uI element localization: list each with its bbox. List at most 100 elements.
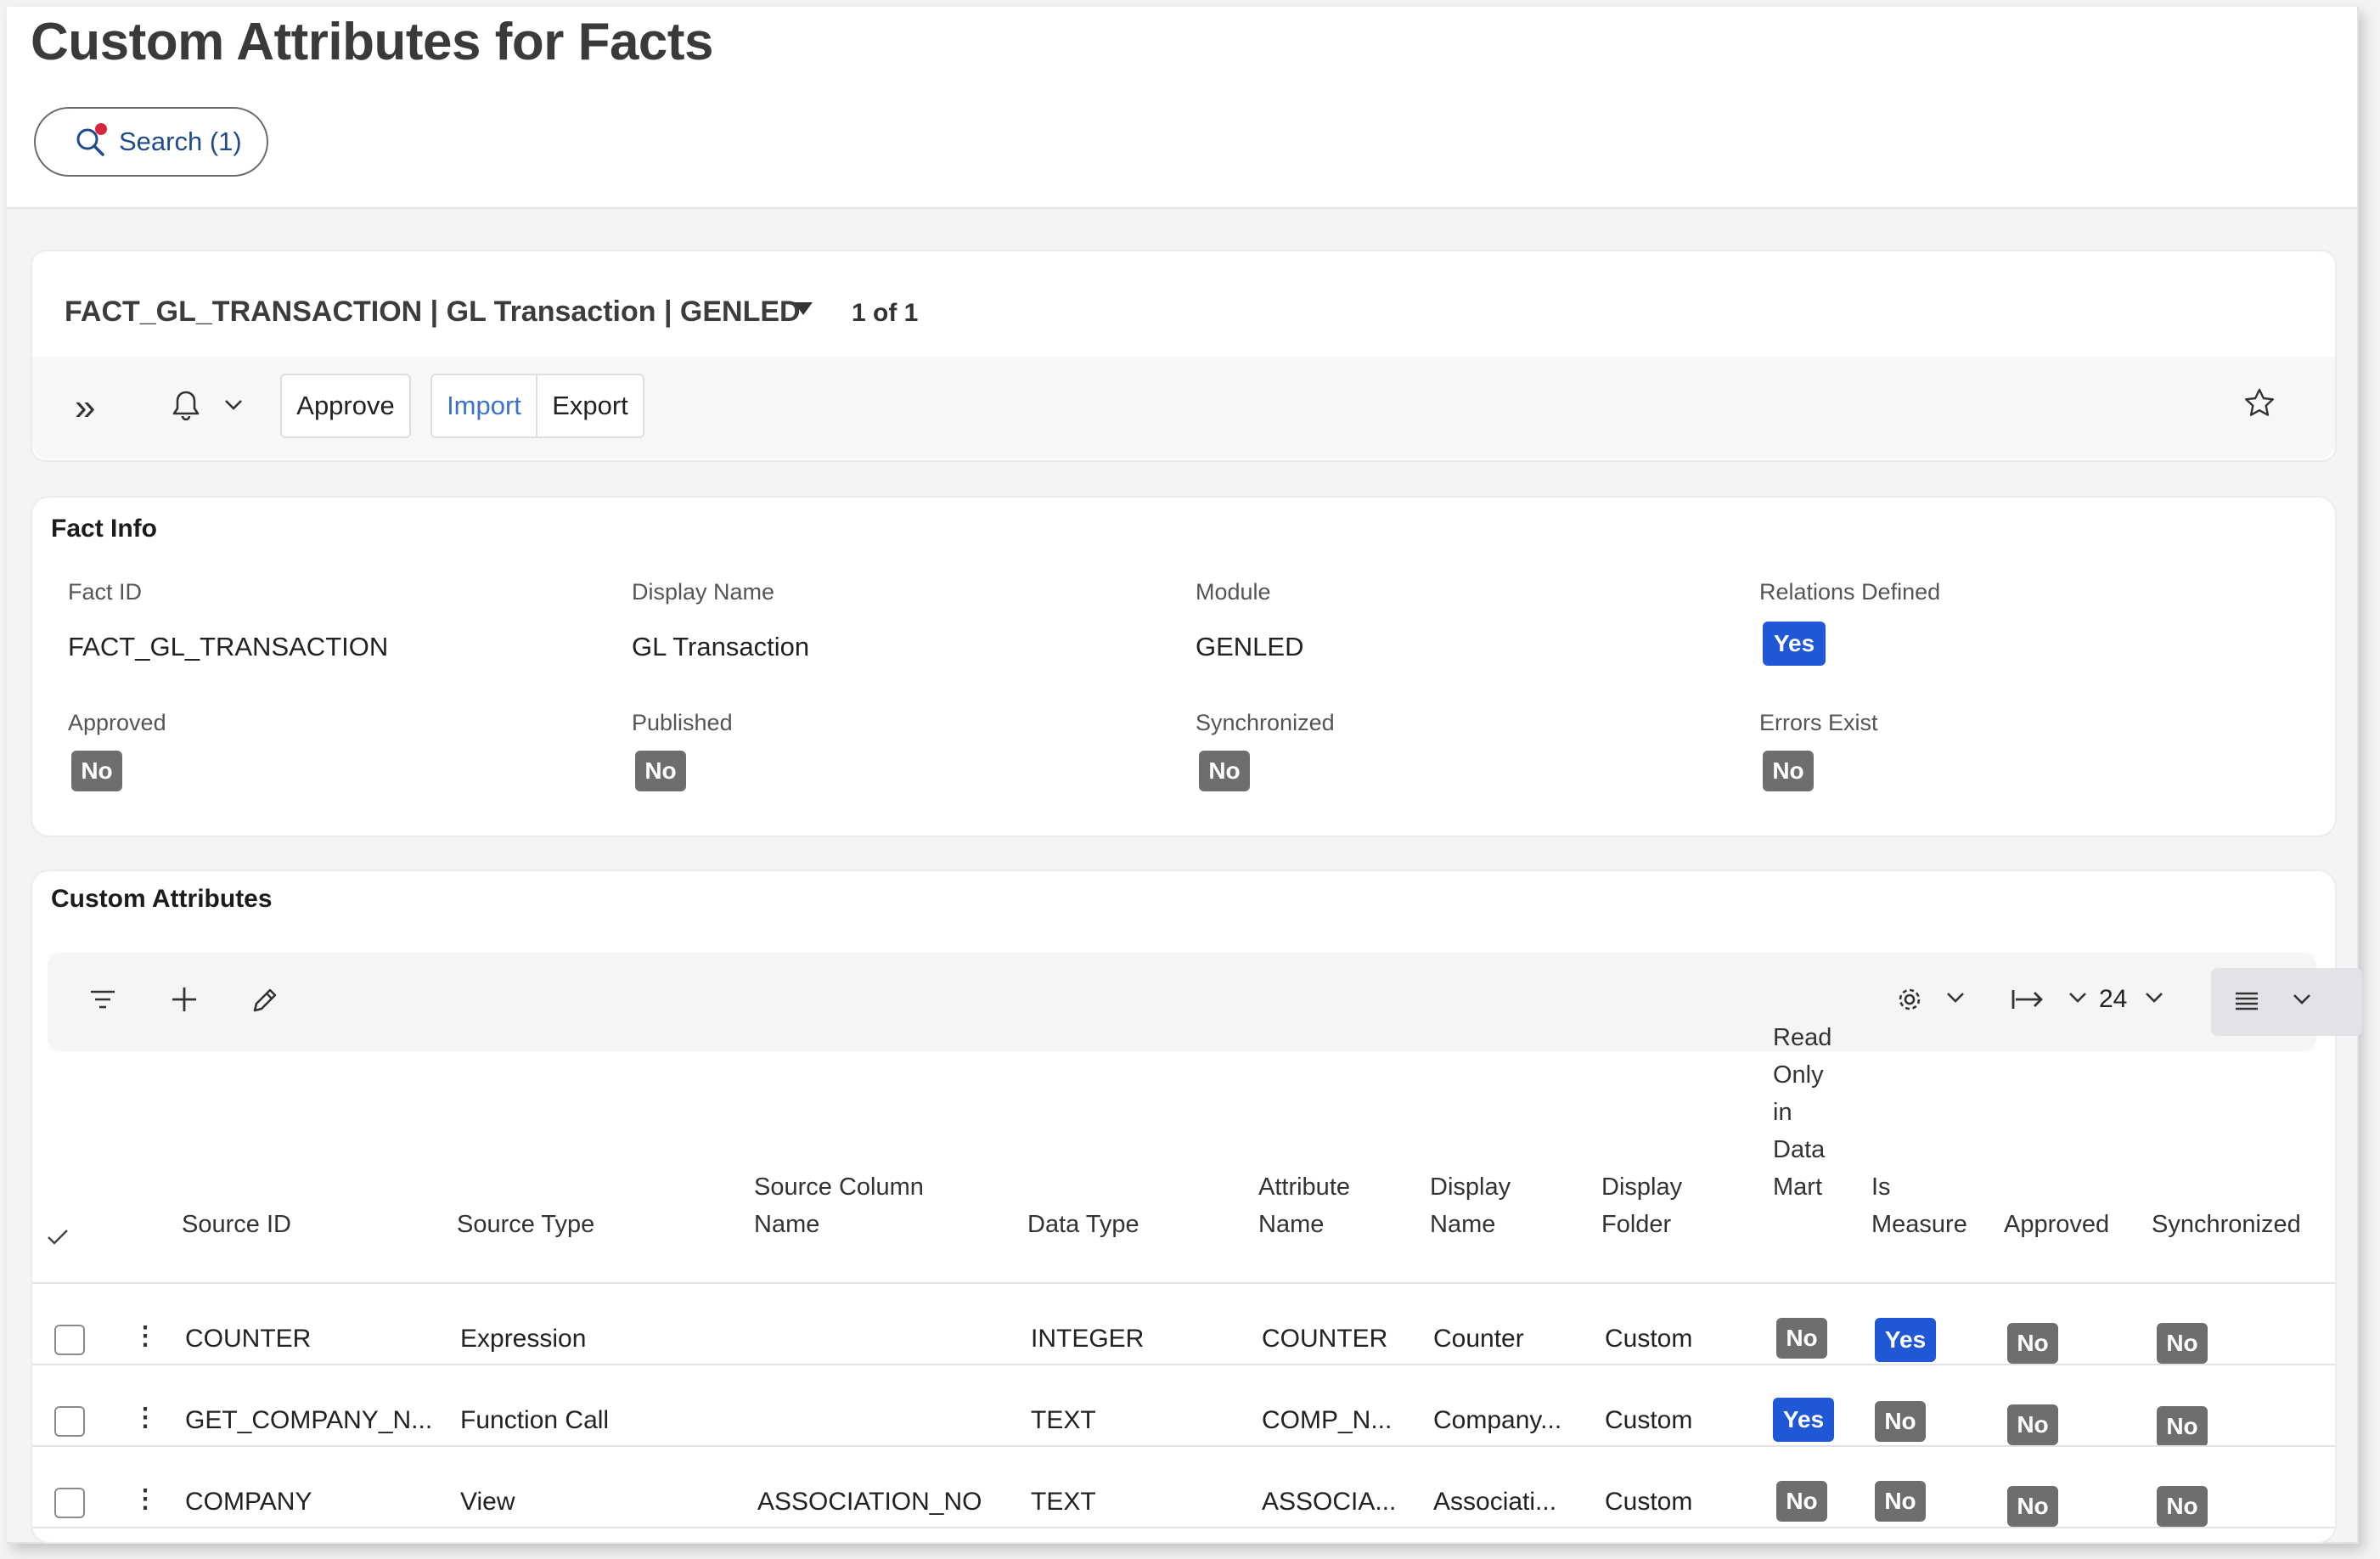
- cell-synchronized-badge: No: [2157, 1486, 2208, 1527]
- export-button[interactable]: Export: [537, 374, 644, 438]
- col-approved[interactable]: Approved: [2004, 1206, 2109, 1243]
- relations-defined-label: Relations Defined: [1759, 579, 1941, 605]
- row-checkbox[interactable]: [54, 1488, 85, 1518]
- col-data-type[interactable]: Data Type: [1027, 1206, 1139, 1243]
- record-dropdown-caret-icon[interactable]: [794, 302, 813, 315]
- record-toolbar: » Approve Import Export: [32, 357, 2335, 459]
- row-divider: [32, 1527, 2335, 1528]
- col-source-column-name-line2: Name: [754, 1211, 820, 1238]
- expand-panel-icon[interactable]: »: [75, 389, 95, 426]
- cell-data-type: TEXT: [1031, 1488, 1096, 1516]
- col-display-folder[interactable]: Display Folder: [1601, 1168, 1682, 1243]
- gear-icon[interactable]: [1895, 985, 1924, 1018]
- chevron-down-icon[interactable]: [224, 399, 243, 415]
- cell-synchronized-badge: No: [2157, 1406, 2208, 1447]
- errors-exist-label: Errors Exist: [1759, 710, 1878, 735]
- col-is-measure[interactable]: Is Measure: [1871, 1168, 1967, 1243]
- edit-icon[interactable]: [250, 985, 280, 1020]
- col-source-type[interactable]: Source Type: [457, 1206, 594, 1243]
- approved-label: Approved: [68, 710, 166, 735]
- fact-info-title: Fact Info: [51, 515, 157, 543]
- approved-badge: No: [71, 751, 122, 791]
- header-divider: [32, 1282, 2335, 1284]
- add-icon[interactable]: [170, 985, 199, 1018]
- col-attribute-name-line2: Name: [1258, 1211, 1325, 1238]
- record-title: FACT_GL_TRANSACTION | GL Transaction | G…: [65, 295, 801, 328]
- cell-approved-badge: No: [2007, 1323, 2058, 1364]
- row-menu-icon[interactable]: ⋮: [132, 1321, 158, 1351]
- col-read-only-line5: Mart: [1773, 1173, 1822, 1201]
- rows-per-page[interactable]: 24: [2099, 985, 2127, 1014]
- display-name-value: GL Transaction: [632, 632, 810, 661]
- row-checkbox[interactable]: [54, 1406, 85, 1437]
- cell-source-id[interactable]: COUNTER: [185, 1325, 311, 1354]
- view-chevron-down-icon: [2293, 993, 2311, 1010]
- cell-source-id[interactable]: COMPANY: [185, 1488, 312, 1517]
- module-label: Module: [1196, 579, 1271, 605]
- app-window: Custom Attributes for Facts Search (1) F…: [7, 7, 2362, 1544]
- published-label: Published: [632, 710, 733, 735]
- cell-synchronized-badge: No: [2157, 1323, 2208, 1364]
- search-indicator-dot: [95, 123, 107, 135]
- col-read-only-in-data-mart[interactable]: Read Only in Data Mart: [1773, 1019, 1831, 1206]
- select-all-check-icon[interactable]: [46, 1228, 70, 1251]
- column-width-icon[interactable]: [2011, 985, 2045, 1018]
- col-display-name[interactable]: Display Name: [1430, 1168, 1511, 1243]
- col-display-folder-line1: Display: [1601, 1173, 1683, 1201]
- page-title: Custom Attributes for Facts: [31, 13, 714, 71]
- col-display-name-line2: Name: [1430, 1211, 1496, 1238]
- col-source-id[interactable]: Source ID: [182, 1206, 291, 1243]
- row-menu-icon[interactable]: ⋮: [132, 1403, 158, 1432]
- cell-read-only-badge: No: [1776, 1318, 1827, 1359]
- col-source-column-name[interactable]: Source Column Name: [754, 1168, 924, 1243]
- cell-is-measure-badge: No: [1875, 1401, 1926, 1442]
- cell-attribute-name: ASSOCIA...: [1262, 1488, 1397, 1516]
- cell-display-folder: Custom: [1605, 1325, 1693, 1353]
- col-read-only-line1: Read: [1773, 1024, 1832, 1051]
- synchronized-label: Synchronized: [1196, 710, 1335, 735]
- cell-source-column: ASSOCIATION_NO: [757, 1488, 982, 1516]
- column-width-chevron-down-icon[interactable]: [2068, 992, 2087, 1008]
- cell-display-name: Associati...: [1433, 1488, 1557, 1516]
- bell-icon[interactable]: [171, 389, 201, 427]
- fact-id-value: FACT_GL_TRANSACTION: [68, 632, 389, 661]
- cell-display-name: Company...: [1433, 1406, 1562, 1434]
- cell-display-folder: Custom: [1605, 1406, 1693, 1434]
- search-button[interactable]: Search (1): [34, 107, 268, 177]
- published-badge: No: [635, 751, 686, 791]
- rows-chevron-down-icon[interactable]: [2145, 992, 2163, 1008]
- col-display-folder-line2: Folder: [1601, 1211, 1672, 1238]
- fact-id-label: Fact ID: [68, 579, 143, 605]
- col-is-measure-line1: Is: [1871, 1173, 1891, 1201]
- row-checkbox[interactable]: [54, 1325, 85, 1355]
- search-icon: [75, 123, 107, 157]
- col-source-column-name-line1: Source Column: [754, 1173, 924, 1201]
- gear-chevron-down-icon[interactable]: [1946, 992, 1965, 1008]
- cell-is-measure-badge: No: [1875, 1481, 1926, 1522]
- fact-info-card: Fact Info Fact ID FACT_GL_TRANSACTION Di…: [31, 496, 2337, 837]
- col-read-only-line2: Only: [1773, 1061, 1824, 1089]
- cell-display-name: Counter: [1433, 1325, 1524, 1353]
- cell-approved-badge: No: [2007, 1404, 2058, 1445]
- grid-toolbar: 24: [48, 953, 2362, 1051]
- col-attribute-name-line1: Attribute: [1258, 1173, 1350, 1201]
- cell-display-folder: Custom: [1605, 1488, 1693, 1516]
- star-icon[interactable]: [2243, 387, 2276, 424]
- cell-data-type: TEXT: [1031, 1406, 1096, 1434]
- module-value: GENLED: [1196, 632, 1304, 661]
- cell-attribute-name: COMP_N...: [1262, 1406, 1393, 1434]
- list-icon: [2233, 988, 2260, 1018]
- import-button[interactable]: Import: [430, 374, 537, 438]
- cell-read-only-badge: Yes: [1773, 1398, 1834, 1442]
- record-header: FACT_GL_TRANSACTION | GL Transaction | G…: [32, 251, 2335, 358]
- view-mode-button[interactable]: [2211, 968, 2362, 1036]
- col-synchronized[interactable]: Synchronized: [2152, 1206, 2301, 1243]
- col-attribute-name[interactable]: Attribute Name: [1258, 1168, 1350, 1243]
- relations-defined-badge: Yes: [1763, 622, 1826, 666]
- filter-icon[interactable]: [88, 985, 117, 1018]
- approve-button[interactable]: Approve: [280, 374, 411, 438]
- cell-source-id[interactable]: GET_COMPANY_N...: [185, 1406, 432, 1435]
- row-menu-icon[interactable]: ⋮: [132, 1484, 158, 1514]
- cell-approved-badge: No: [2007, 1486, 2058, 1527]
- cell-is-measure-badge: Yes: [1875, 1318, 1936, 1362]
